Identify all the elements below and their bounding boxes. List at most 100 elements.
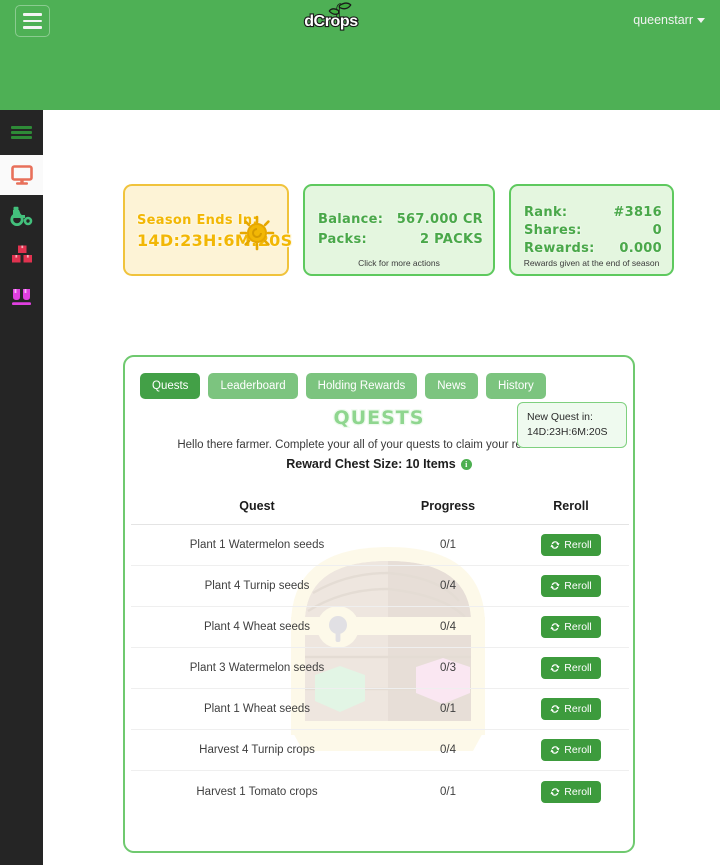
rank-card-note: Rewards given at the end of season <box>523 258 660 268</box>
reroll-button[interactable]: Reroll <box>541 534 601 556</box>
reward-chest-size-label: Reward Chest Size: 10 Items <box>286 457 456 471</box>
reroll-button[interactable]: Reroll <box>541 780 601 803</box>
refresh-icon <box>550 664 560 672</box>
top-header: dCrops queenstarr <box>0 0 720 110</box>
hamburger-icon <box>23 19 42 23</box>
monitor-icon <box>10 165 33 185</box>
table-row: Harvest 4 Turnip crops 0/4 Reroll <box>131 730 629 771</box>
packs-value: 2 PACKS <box>419 231 484 248</box>
shares-label: Shares: <box>523 222 583 239</box>
quest-name: Plant 4 Wheat seeds <box>203 621 311 633</box>
table-header-row: Quest Progress Reroll <box>131 488 629 525</box>
reroll-label: Reroll <box>564 621 592 633</box>
quest-progress: 0/1 <box>440 539 456 551</box>
refresh-icon <box>550 623 560 631</box>
reroll-button[interactable]: Reroll <box>541 657 601 679</box>
balance-card[interactable]: Balance: Packs: 567.000 CR 2 PACKS Click… <box>303 184 495 276</box>
reward-chest-size: Reward Chest Size: 10 Items i <box>125 457 633 471</box>
rank-value: #3816 <box>612 204 662 221</box>
panel-tabs: Quests Leaderboard Holding Rewards News … <box>140 373 546 399</box>
refresh-icon <box>550 582 560 590</box>
tab-holding-rewards[interactable]: Holding Rewards <box>305 373 418 399</box>
sidebar-item-market[interactable] <box>0 275 43 315</box>
rank-label: Rank: <box>523 204 568 221</box>
tab-quests[interactable]: Quests <box>140 373 201 399</box>
refresh-icon <box>550 787 560 796</box>
reroll-button[interactable]: Reroll <box>541 698 601 720</box>
reroll-button[interactable]: Reroll <box>541 616 601 638</box>
refresh-icon <box>550 746 560 754</box>
shares-value: 0 <box>652 222 663 239</box>
hamburger-icon <box>23 13 42 16</box>
packs-label: Packs: <box>317 231 368 248</box>
reroll-button[interactable]: Reroll <box>541 739 601 761</box>
quest-name: Plant 1 Watermelon seeds <box>189 539 325 551</box>
table-row: Plant 3 Watermelon seeds 0/3 Reroll <box>131 648 629 689</box>
quest-progress: 0/4 <box>440 744 456 756</box>
tab-news[interactable]: News <box>425 373 479 399</box>
tab-leaderboard[interactable]: Leaderboard <box>208 373 298 399</box>
quests-table: Quest Progress Reroll Plant 1 Watermelon… <box>131 488 629 812</box>
header-menu-button[interactable] <box>15 5 50 37</box>
hamburger-icon <box>11 125 32 129</box>
reroll-label: Reroll <box>564 785 592 798</box>
table-row: Plant 1 Watermelon seeds 0/1 Reroll <box>131 525 629 566</box>
quest-name: Plant 4 Turnip seeds <box>204 580 310 592</box>
quest-progress: 0/4 <box>440 580 456 592</box>
app-root: dCrops queenstarr Season Ends In: 14D:23… <box>0 0 720 865</box>
main-content: Season Ends In: 14D:23H:6M:20S Balance: … <box>43 110 720 865</box>
refresh-icon <box>550 705 560 713</box>
tractor-icon <box>10 206 33 226</box>
column-header-progress: Progress <box>420 499 476 513</box>
reroll-label: Reroll <box>564 703 592 715</box>
info-icon[interactable]: i <box>460 458 472 470</box>
quests-panel: Quests Leaderboard Holding Rewards News … <box>123 355 635 853</box>
quest-progress: 0/1 <box>440 703 456 715</box>
balance-card-note[interactable]: Click for more actions <box>305 258 493 268</box>
new-quest-timer: New Quest in: 14D:23H:6M:20S <box>517 402 627 449</box>
logo-text: dCrops <box>303 12 359 31</box>
username-label: queenstarr <box>633 13 693 27</box>
hamburger-icon <box>23 26 42 29</box>
new-quest-countdown: 14D:23H:6M:20S <box>527 426 608 439</box>
quest-progress: 0/3 <box>440 662 456 674</box>
quest-name: Harvest 4 Turnip crops <box>199 744 315 756</box>
seedlings-icon <box>12 288 31 305</box>
chevron-down-icon <box>697 17 705 23</box>
sidebar-item-inventory[interactable] <box>0 235 43 275</box>
table-row: Plant 4 Wheat seeds 0/4 Reroll <box>131 607 629 648</box>
balance-value: 567.000 CR <box>396 211 484 228</box>
quest-name: Plant 1 Wheat seeds <box>203 703 311 715</box>
new-quest-label: New Quest in: <box>527 411 593 423</box>
user-menu-button[interactable]: queenstarr <box>633 13 705 27</box>
quest-name: Harvest 1 Tomato crops <box>196 785 318 798</box>
reroll-label: Reroll <box>564 662 592 674</box>
stat-cards: Season Ends In: 14D:23H:6M:20S Balance: … <box>123 184 674 276</box>
column-header-reroll: Reroll <box>553 499 589 513</box>
sun-icon <box>239 215 275 251</box>
table-row: Harvest 1 Tomato crops 0/1 Reroll <box>131 771 629 812</box>
table-row: Plant 4 Turnip seeds 0/4 Reroll <box>131 566 629 607</box>
tab-history[interactable]: History <box>486 373 546 399</box>
app-logo[interactable]: dCrops <box>300 2 362 36</box>
sidebar-item-dashboard[interactable] <box>0 155 43 195</box>
reroll-label: Reroll <box>564 744 592 756</box>
refresh-icon <box>550 541 560 549</box>
reroll-label: Reroll <box>564 580 592 592</box>
sidebar-toggle-button[interactable] <box>0 110 43 155</box>
sidebar-item-farm[interactable] <box>0 195 43 235</box>
rewards-value: 0.000 <box>618 240 663 257</box>
reroll-label: Reroll <box>564 539 592 551</box>
column-header-quest: Quest <box>239 499 275 513</box>
quest-progress: 0/4 <box>440 621 456 633</box>
quest-progress: 0/1 <box>440 785 456 798</box>
season-card: Season Ends In: 14D:23H:6M:20S <box>123 184 293 276</box>
quest-name: Plant 3 Watermelon seeds <box>189 662 325 674</box>
boxes-icon <box>11 245 32 263</box>
table-row: Plant 1 Wheat seeds 0/1 Reroll <box>131 689 629 730</box>
hamburger-icon <box>11 131 32 134</box>
left-sidebar <box>0 110 43 865</box>
hamburger-icon <box>11 136 32 140</box>
reroll-button[interactable]: Reroll <box>541 575 601 597</box>
rank-card: Rank: Shares: Rewards: #3816 0 0.000 Rew… <box>509 184 674 276</box>
